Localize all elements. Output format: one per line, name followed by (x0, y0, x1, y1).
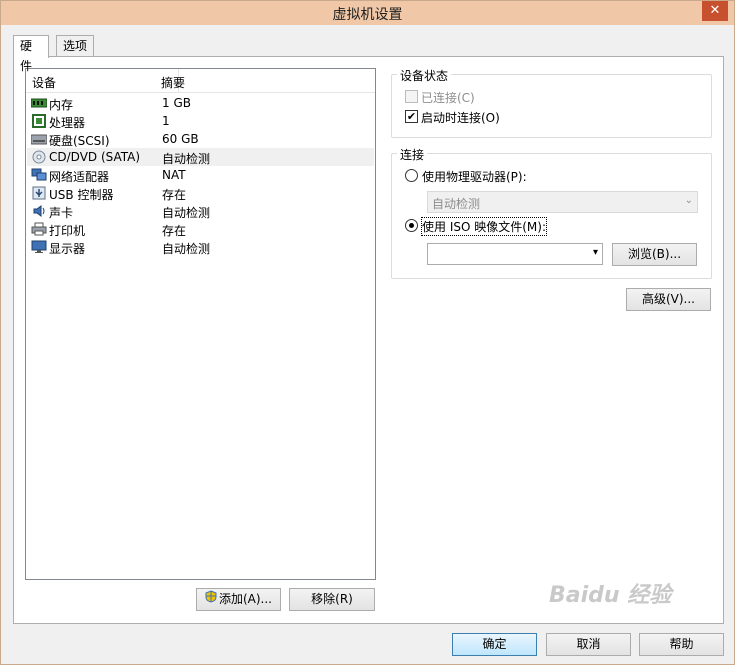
device-name: 声卡 (49, 206, 74, 220)
device-list[interactable]: 设备 摘要 内存 1 GB 处理器 1 硬盘(SCSI) 60 GB CD/DV… (25, 68, 376, 580)
physical-drive-select-value: 自动检测 (432, 197, 481, 211)
hard-disk-icon (31, 132, 47, 146)
device-name: USB 控制器 (49, 188, 114, 202)
device-row-hard-disk[interactable]: 硬盘(SCSI) 60 GB (27, 130, 374, 148)
device-name: 硬盘(SCSI) (49, 134, 110, 148)
close-button[interactable]: ✕ (702, 1, 728, 21)
baidu-watermark: Baidu 经验 (549, 583, 672, 608)
memory-icon (31, 96, 47, 110)
ok-button[interactable]: 确定 (452, 633, 537, 656)
tab-hardware[interactable]: 硬件 (13, 35, 49, 73)
processor-icon (31, 114, 47, 128)
chevron-down-icon: ⌄ (684, 195, 693, 206)
device-summary: 自动检测 (162, 152, 211, 166)
browse-button[interactable]: 浏览(B)... (612, 243, 697, 266)
column-header-summary[interactable]: 摘要 (161, 74, 185, 91)
device-name: 网络适配器 (49, 170, 110, 184)
connect-at-power-on-checkbox[interactable]: ✔ (405, 110, 418, 123)
device-name: CD/DVD (SATA) (49, 150, 141, 164)
iso-path-combobox[interactable]: ▾ (427, 243, 603, 265)
device-summary: 1 GB (162, 96, 191, 110)
iso-image-radio[interactable] (405, 219, 418, 232)
device-summary: 1 (162, 114, 170, 128)
connection-title: 连接 (397, 146, 428, 163)
connected-label: 已连接(C) (421, 91, 475, 105)
advanced-button[interactable]: 高级(V)... (626, 288, 711, 311)
device-row-sound-card[interactable]: 声卡 自动检测 (27, 202, 374, 220)
device-list-header: 设备 摘要 (26, 69, 375, 93)
remove-device-button[interactable]: 移除(R) (289, 588, 375, 611)
device-status-title: 设备状态 (397, 67, 452, 84)
printer-icon (31, 222, 47, 236)
add-device-label: 添加(A)... (218, 592, 273, 606)
tab-options[interactable]: 选项 (56, 35, 94, 57)
network-adapter-icon (31, 168, 47, 182)
title-bar[interactable]: 虚拟机设置 ✕ (1, 1, 734, 25)
device-name: 内存 (49, 98, 74, 112)
iso-image-label: 使用 ISO 映像文件(M): (421, 217, 547, 236)
device-summary: 自动检测 (162, 242, 211, 256)
add-device-button[interactable]: 添加(A)... (196, 588, 281, 611)
device-name: 显示器 (49, 242, 86, 256)
device-summary: 60 GB (162, 132, 199, 146)
physical-drive-radio[interactable] (405, 169, 418, 182)
chevron-down-icon: ▾ (592, 247, 598, 258)
device-summary: 存在 (162, 188, 187, 202)
usb-icon (31, 186, 47, 200)
sound-card-icon (31, 204, 47, 218)
cd-dvd-icon (31, 150, 47, 164)
shield-icon (205, 589, 217, 610)
device-name: 处理器 (49, 116, 86, 130)
device-row-usb-controller[interactable]: USB 控制器 存在 (27, 184, 374, 202)
column-header-device[interactable]: 设备 (32, 74, 56, 91)
device-row-printer[interactable]: 打印机 存在 (27, 220, 374, 238)
connect-at-power-on-label: 启动时连接(O) (421, 111, 500, 125)
window-title: 虚拟机设置 (332, 7, 403, 23)
device-summary: 自动检测 (162, 206, 211, 220)
device-row-processor[interactable]: 处理器 1 (27, 112, 374, 130)
connected-checkbox[interactable] (405, 90, 418, 103)
device-row-network-adapter[interactable]: 网络适配器 NAT (27, 166, 374, 184)
device-row-memory[interactable]: 内存 1 GB (27, 94, 374, 112)
device-name: 打印机 (49, 224, 86, 238)
virtual-machine-settings-window: 虚拟机设置 ✕ 硬件 选项 设备 摘要 内存 1 GB 处理器 1 硬盘(SCS… (0, 0, 735, 665)
device-summary: NAT (162, 168, 186, 182)
device-row-display[interactable]: 显示器 自动检测 (27, 238, 374, 256)
device-summary: 存在 (162, 224, 187, 238)
physical-drive-select[interactable]: 自动检测 ⌄ (427, 191, 698, 213)
physical-drive-label: 使用物理驱动器(P): (422, 170, 527, 184)
device-row-cd-dvd[interactable]: CD/DVD (SATA) 自动检测 (27, 148, 374, 166)
display-icon (31, 240, 47, 254)
